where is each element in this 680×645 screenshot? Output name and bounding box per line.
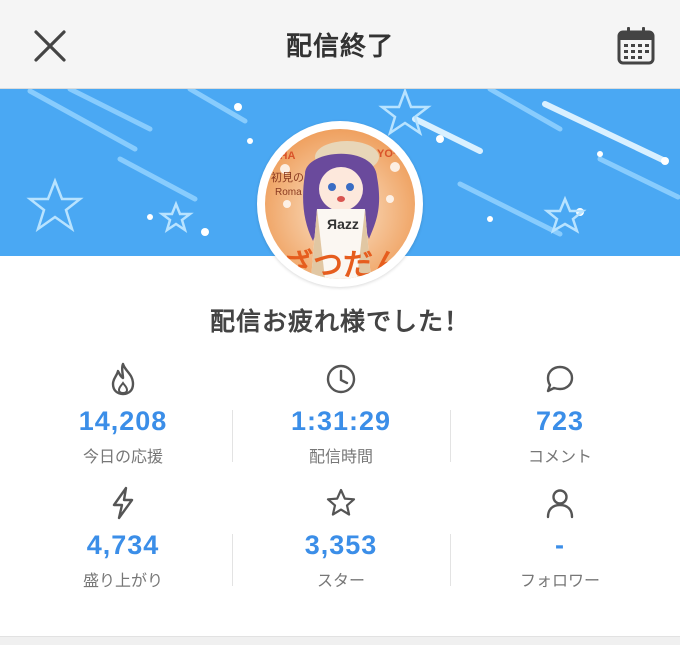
calendar-icon (617, 27, 655, 65)
stat-excitement: 4,734 盛り上がり (10, 486, 236, 596)
stat-label: 盛り上がり (82, 571, 163, 590)
svg-text:初見の: 初見の (271, 170, 304, 184)
svg-text:Яazz: Яazz (327, 216, 359, 232)
stat-value: 14,208 (78, 406, 168, 436)
speech-bubble-icon (546, 365, 574, 393)
avatar[interactable]: OHA YO~!! 初見の Roma Яazz ざつだん (257, 121, 423, 287)
stat-value: 4,734 (86, 530, 160, 560)
calendar-button[interactable] (614, 24, 658, 68)
stat-label: スター (316, 571, 365, 590)
person-icon (546, 489, 574, 519)
stat-label: フォロワー (519, 571, 600, 590)
stat-label: 配信時間 (308, 447, 373, 466)
stat-value: 1:31:29 (290, 406, 392, 436)
lightning-icon (112, 486, 134, 520)
stat-stars: 3,353 スター (228, 486, 454, 596)
close-button[interactable] (26, 22, 74, 70)
svg-text:ざつだん: ざつだん (283, 248, 403, 279)
stat-label: コメント (527, 447, 592, 466)
stat-label: 今日の応援 (82, 447, 163, 466)
clock-icon (326, 364, 356, 394)
stat-value: 3,353 (304, 530, 378, 560)
svg-text:YO~!!: YO~!! (377, 148, 407, 160)
page-title: 配信終了 (285, 31, 394, 62)
svg-text:Roma: Roma (275, 187, 302, 198)
stat-value: - (555, 530, 565, 560)
star-icon (326, 488, 356, 516)
close-icon (34, 30, 66, 62)
fire-icon (111, 362, 135, 396)
top-bar: 配信終了 (0, 0, 680, 89)
farewell-message: 配信お疲れ様でした！ (209, 307, 470, 336)
stat-followers: - フォロワー (447, 486, 673, 596)
avatar-image: OHA YO~!! 初見の Roma Яazz ざつだん (265, 129, 415, 279)
stat-cheers: 14,208 今日の応援 (10, 362, 236, 472)
stat-comments: 723 コメント (447, 362, 673, 472)
stat-value: 723 (535, 406, 585, 436)
stat-duration: 1:31:29 配信時間 (228, 362, 454, 472)
svg-text:OHA: OHA (271, 150, 296, 162)
